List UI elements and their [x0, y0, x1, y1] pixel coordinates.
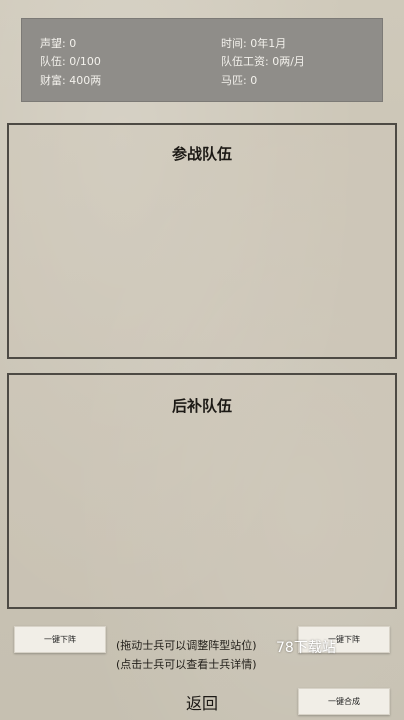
battle-team-title: 参战队伍 [171, 145, 232, 163]
time-label: 时间: [221, 37, 247, 50]
reputation-stat: 声望: 0 [40, 35, 76, 51]
reserve-team-panel[interactable]: 后补队伍 [7, 373, 397, 609]
horses-value: 0 [250, 74, 258, 87]
unassign-all-label: 一键下阵 [44, 635, 76, 644]
team-count-stat: 队伍: 0/100 [40, 53, 101, 69]
team-count-value: 0/100 [69, 55, 101, 68]
back-button[interactable]: 返回 [0, 690, 404, 714]
time-stat: 时间: 0年1月 [221, 35, 286, 51]
team-count-label: 队伍: [40, 55, 66, 68]
wealth-label: 财富: [40, 74, 66, 87]
drag-hint: (拖动士兵可以调整阵型站位) [116, 639, 257, 652]
salary-value: 0两/月 [272, 55, 305, 68]
salary-label: 队伍工资: [221, 55, 269, 68]
wealth-stat: 财富: 400两 [40, 72, 101, 88]
horses-stat: 马匹: 0 [221, 72, 257, 88]
salary-stat: 队伍工资: 0两/月 [221, 53, 305, 69]
click-hint: (点击士兵可以查看士兵详情) [116, 658, 257, 671]
horses-label: 马匹: [221, 74, 247, 87]
watermark: 78下载站 [276, 640, 336, 656]
battle-team-panel[interactable]: 参战队伍 [7, 123, 397, 359]
stats-panel: 声望: 0 队伍: 0/100 财富: 400两 时间: 0年1月 队伍工资: … [21, 18, 383, 102]
unassign-all-button[interactable]: 一键下阵 [14, 626, 106, 653]
time-value: 0年1月 [250, 37, 287, 50]
reserve-team-title: 后补队伍 [171, 397, 232, 415]
reputation-label: 声望: [40, 37, 66, 50]
reputation-value: 0 [69, 37, 77, 50]
wealth-value: 400两 [69, 74, 102, 87]
